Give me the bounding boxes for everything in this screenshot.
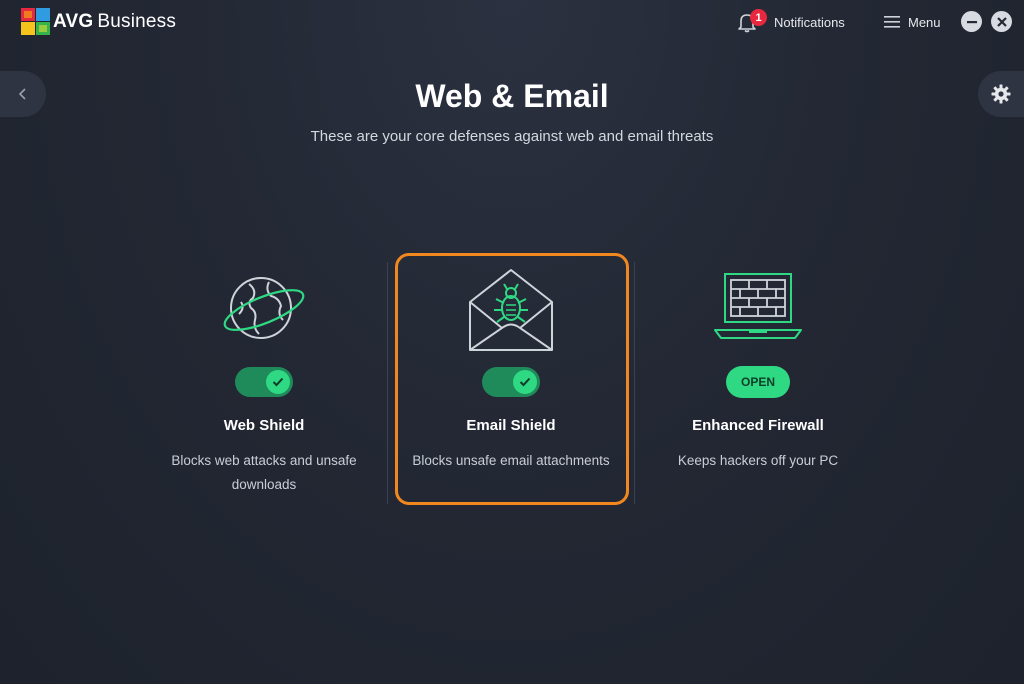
brand-sub: Business: [97, 11, 177, 32]
close-icon: [996, 16, 1007, 27]
page-title: Web & Email: [415, 78, 609, 114]
avg-logo-icon: [21, 8, 50, 35]
laptop-firewall-icon: [714, 273, 802, 339]
web-shield-desc-line1: Blocks web attacks and unsafe: [171, 453, 357, 468]
close-button[interactable]: [991, 11, 1012, 32]
hamburger-icon: [884, 16, 900, 28]
web-shield-toggle[interactable]: [235, 367, 293, 397]
minimize-icon: [966, 20, 977, 23]
globe-icon: [223, 277, 305, 339]
web-shield-description: Blocks web attacks and unsafe downloads: [141, 449, 387, 497]
title-bar: AVG Business 1 Notifications Menu: [0, 0, 1024, 44]
firewall-open-button[interactable]: OPEN: [726, 366, 790, 398]
enhanced-firewall-description: Keeps hackers off your PC: [635, 449, 881, 473]
menu-label: Menu: [908, 14, 941, 30]
brand-main: AVG: [53, 11, 94, 32]
enhanced-firewall-card[interactable]: OPEN Enhanced Firewall Keeps hackers off…: [635, 262, 881, 512]
checkmark-icon: [272, 377, 284, 387]
toggle-knob: [266, 370, 290, 394]
email-shield-highlight: [395, 253, 629, 505]
enhanced-firewall-desc-line1: Keeps hackers off your PC: [677, 453, 839, 468]
notifications-label: Notifications: [774, 14, 845, 30]
web-shield-desc-line2: downloads: [231, 477, 297, 492]
web-shield-card[interactable]: Web Shield Blocks web attacks and unsafe…: [141, 262, 387, 512]
web-shield-title: Web Shield: [223, 417, 305, 434]
bell-icon: 1: [736, 9, 767, 33]
notifications-button[interactable]: 1 Notifications: [736, 9, 845, 35]
app-brand: AVG Business: [53, 11, 176, 33]
menu-button[interactable]: Menu: [884, 12, 941, 32]
enhanced-firewall-title: Enhanced Firewall: [692, 417, 824, 434]
notification-count-badge: 1: [750, 9, 767, 26]
page-subtitle: These are your core defenses against web…: [310, 128, 714, 145]
minimize-button[interactable]: [961, 11, 982, 32]
